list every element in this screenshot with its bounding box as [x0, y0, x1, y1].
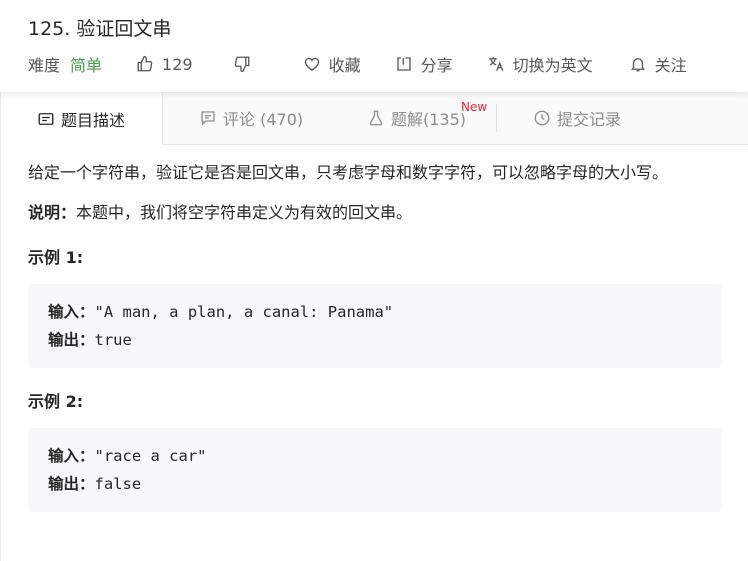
tab-solutions-label: 题解(135): [391, 110, 467, 129]
output-value: false: [94, 475, 142, 493]
description-note: 说明：本题中，我们将空字符串定义为有效的回文串。: [28, 200, 722, 226]
example-output-line: 输出：true: [48, 326, 702, 354]
tab-description[interactable]: 题目描述: [0, 92, 163, 145]
tab-comments-label: 评论 (470): [223, 110, 304, 129]
share-icon: [396, 57, 411, 71]
example-code-block: 输入："race a car" 输出：false: [28, 428, 722, 512]
note-label: 说明：: [28, 203, 77, 222]
dislike-button[interactable]: [233, 55, 259, 73]
tab-comments[interactable]: 评论 (470): [199, 92, 303, 144]
share-button[interactable]: 分享: [395, 52, 453, 76]
input-value: "A man, a plan, a canal: Panama": [94, 303, 394, 321]
difficulty-label: 难度: [28, 56, 61, 75]
problem-description: 给定一个字符串，验证它是否是回文串，只考虑字母和数字字符，可以忽略字母的大小写。…: [28, 160, 722, 512]
tab-divider: [496, 104, 497, 132]
new-badge: New: [461, 100, 488, 114]
input-label: 输入：: [48, 447, 95, 465]
example-output-line: 输出：false: [48, 470, 702, 498]
panel-left-border: [0, 92, 1, 561]
flask-icon: [369, 110, 383, 126]
example-heading: 示例 2:: [28, 392, 84, 411]
output-label: 输出：: [48, 475, 95, 493]
switch-language-button[interactable]: 切换为英文: [487, 52, 593, 76]
example-code-block: 输入："A man, a plan, a canal: Panama" 输出：t…: [28, 284, 722, 368]
difficulty-value: 简单: [70, 56, 103, 75]
heart-icon: [304, 57, 319, 71]
description-text: 给定一个字符串，验证它是否是回文串，只考虑字母和数字字符，可以忽略字母的大小写。: [28, 163, 669, 182]
example-heading: 示例 1:: [28, 248, 84, 267]
example-input-line: 输入："race a car": [48, 442, 702, 470]
thumbs-down-icon: [234, 56, 250, 73]
tab-submissions[interactable]: 提交记录: [533, 92, 621, 144]
problem-tabs: 题目描述 评论 (470) 题解(135) 提交记录: [0, 92, 748, 145]
tab-solutions[interactable]: 题解(135): [367, 92, 466, 144]
follow-button[interactable]: 关注: [629, 52, 687, 76]
tab-description-label: 题目描述: [60, 110, 125, 130]
description-icon: [38, 112, 54, 125]
share-label: 分享: [420, 56, 453, 75]
comment-icon: [201, 111, 215, 126]
thumbs-up-icon: [137, 55, 153, 72]
example-input-line: 输入："A man, a plan, a canal: Panama": [48, 298, 702, 326]
like-count: 129: [162, 54, 193, 74]
clock-icon: [534, 110, 550, 126]
translate-icon: [488, 57, 503, 72]
favorite-button[interactable]: 收藏: [303, 52, 361, 76]
switch-language-label: 切换为英文: [512, 56, 593, 75]
input-value: "race a car": [94, 447, 207, 465]
bell-icon: [630, 58, 645, 72]
output-value: true: [94, 331, 132, 349]
problem-meta-bar: 难度 简单 129 收藏 分享 切换为英文 关注: [28, 52, 687, 76]
input-label: 输入：: [48, 303, 95, 321]
tab-submissions-label: 提交记录: [557, 110, 622, 129]
output-label: 输出：: [48, 331, 95, 349]
problem-title: 125. 验证回文串: [28, 18, 172, 40]
like-button[interactable]: 129: [136, 55, 193, 74]
favorite-label: 收藏: [328, 56, 361, 75]
problem-header: 125. 验证回文串 难度 简单 129 收藏 分享 切换为英文 关注: [0, 0, 748, 92]
follow-label: 关注: [654, 56, 687, 75]
note-text: 本题中，我们将空字符串定义为有效的回文串。: [76, 203, 413, 222]
